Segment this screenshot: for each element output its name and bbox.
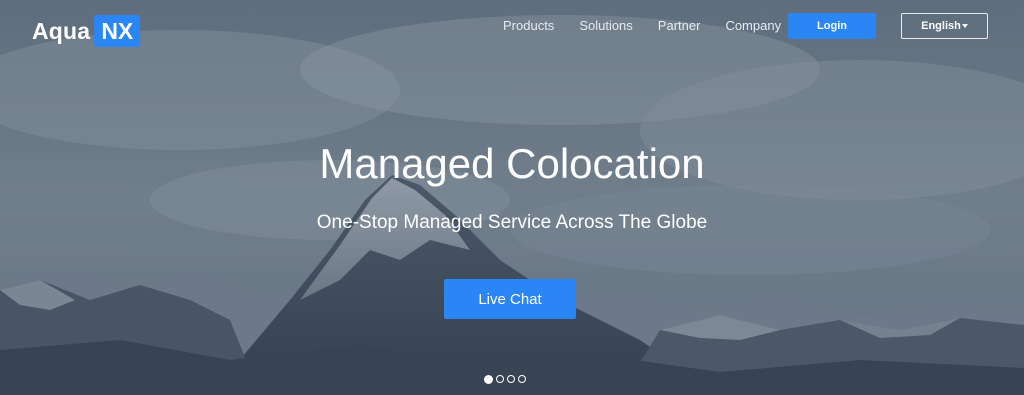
hero-title: Managed Colocation [319, 140, 705, 187]
carousel-dot-1[interactable] [484, 375, 493, 384]
carousel-indicators [484, 375, 526, 384]
nav-item-company[interactable]: Company [725, 18, 781, 34]
carousel-dot-2[interactable] [496, 375, 504, 383]
language-selector[interactable]: English [901, 13, 988, 39]
hero-overlay [0, 0, 1024, 395]
hero-banner [0, 0, 1024, 395]
hero-subtitle: One-Stop Managed Service Across The Glob… [316, 212, 708, 233]
brand-logo[interactable]: Aqua NX [32, 14, 141, 48]
carousel-dot-4[interactable] [518, 375, 526, 383]
nav-item-solutions[interactable]: Solutions [579, 18, 632, 34]
carousel-dot-3[interactable] [507, 375, 515, 383]
live-chat-button[interactable]: Live Chat [444, 279, 576, 319]
caret-down-icon [961, 24, 968, 28]
logo-badge: NX [94, 15, 141, 47]
language-label: English [921, 20, 961, 32]
nav-item-partner[interactable]: Partner [658, 18, 701, 34]
main-nav: Products Solutions Partner Company [503, 18, 806, 34]
logo-text: Aqua [32, 17, 91, 44]
nav-item-products[interactable]: Products [503, 18, 554, 34]
login-button[interactable]: Login [788, 13, 876, 39]
